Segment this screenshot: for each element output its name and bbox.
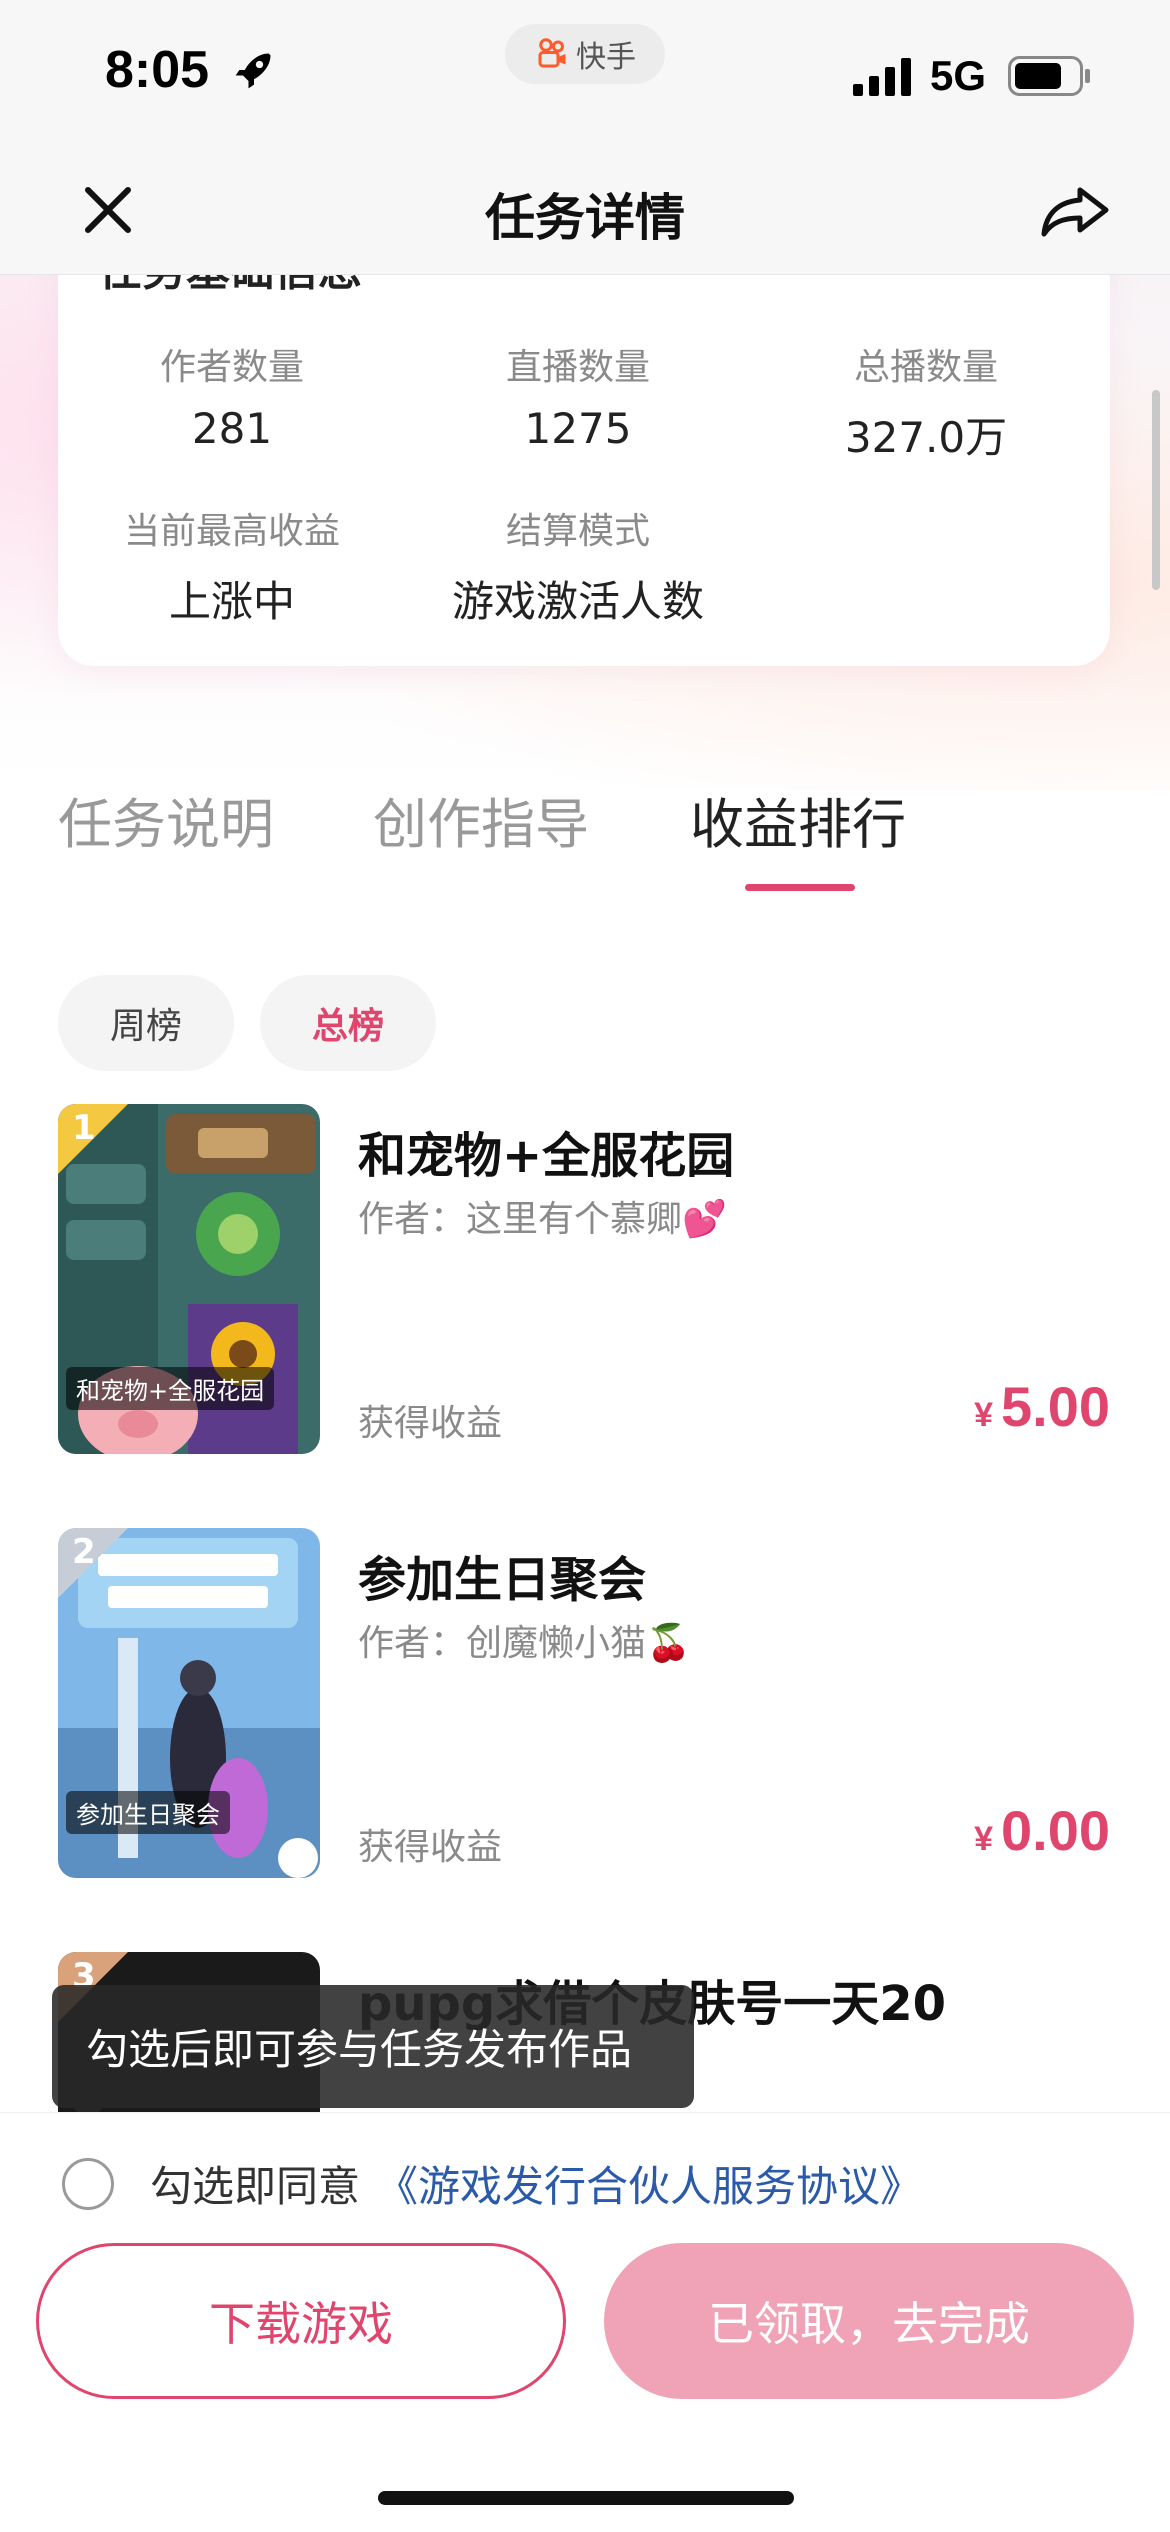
status-time: 8:05 [105, 41, 210, 99]
stat-value: 游戏激活人数 [451, 577, 704, 626]
page-title: 任务详情 [485, 189, 685, 247]
stat-label: 作者数量 [159, 347, 304, 388]
bottom-action-panel: 勾选即同意 《游戏发行合伙人服务协议》 下载游戏 已领取，去完成 [0, 2112, 1170, 2532]
stat-max-earning: 当前最高收益 上涨中 [62, 502, 402, 629]
tooltip-text: 勾选后即可参与任务发布作品 [86, 2025, 633, 2074]
stat-value: 327.0万 [844, 413, 1008, 462]
tab-creation-guide[interactable]: 创作指导 [373, 780, 589, 859]
signal-icon [853, 58, 911, 96]
tab-earnings-ranking[interactable]: 收益排行 [690, 780, 906, 859]
item-title: 和宠物+全服花园 [358, 1128, 735, 1184]
thumbnail-image: 1 和宠物+全服花园 [58, 1104, 320, 1454]
currency-symbol: ¥ [974, 1396, 993, 1434]
agreement-link[interactable]: 《游戏发行合伙人服务协议》 [376, 2153, 922, 2214]
earn-label: 获得收益 [358, 1827, 503, 1868]
download-game-button[interactable]: 下载游戏 [36, 2243, 566, 2399]
item-author: 作者：这里有个慕卿💕 [358, 1199, 727, 1240]
stat-label: 直播数量 [505, 347, 650, 388]
currency-symbol: ¥ [974, 1820, 993, 1858]
nav-bar: 任务详情 [0, 150, 1170, 275]
item-author: 作者：创魔懒小猫🍒 [358, 1623, 691, 1664]
stat-total-plays: 总播数量 327.0万 [756, 338, 1096, 465]
amount: 5.00 [1001, 1375, 1110, 1438]
stat-label: 结算模式 [505, 511, 650, 552]
list-item[interactable]: 1 和宠物+全服花园 和宠物+全服花园 作者：这里有个慕卿💕 获得收益 ¥5.0… [58, 1104, 1110, 1459]
stat-value: 上涨中 [168, 577, 295, 626]
status-bar: 8:05 快手 5G [0, 0, 1170, 150]
rocket-icon [235, 53, 271, 89]
list-item[interactable]: 2 参加生日聚会 参加生日聚会 作者：创魔懒小猫🍒 获得收益 ¥0.00 [58, 1528, 1110, 1883]
tab-bar: 任务说明 创作指导 收益排行 [0, 780, 1170, 910]
tab-task-description[interactable]: 任务说明 [58, 780, 274, 859]
home-indicator[interactable] [378, 2491, 794, 2505]
thumbnail-image: 2 参加生日聚会 [58, 1528, 320, 1878]
app-name: 快手 [576, 40, 636, 75]
chip-total[interactable]: 总榜 [260, 975, 436, 1071]
chip-weekly[interactable]: 周榜 [58, 975, 234, 1071]
agreement-tooltip: 勾选后即可参与任务发布作品 [52, 1985, 694, 2108]
stat-authors: 作者数量 281 [62, 338, 402, 453]
amount: 0.00 [1001, 1799, 1110, 1862]
thumbnail-caption: 和宠物+全服花园 [66, 1367, 275, 1410]
rank-number: 2 [72, 1532, 96, 1572]
rank-number: 1 [72, 1108, 96, 1148]
share-icon[interactable] [1040, 182, 1112, 242]
stat-label: 总播数量 [853, 347, 998, 388]
active-tab-indicator [745, 884, 855, 891]
stat-lives: 直播数量 1275 [408, 338, 748, 453]
agreement-checkbox[interactable] [62, 2157, 114, 2210]
screen: 任务基础信息 作者数量 281 直播数量 1275 总播数量 327.0万 当前… [0, 0, 1170, 2532]
stat-label: 当前最高收益 [123, 511, 340, 552]
stat-value: 281 [191, 404, 273, 453]
item-title: 参加生日聚会 [358, 1552, 647, 1608]
agreement-row: 勾选即同意 《游戏发行合伙人服务协议》 [62, 2153, 922, 2214]
stat-settlement-mode: 结算模式 游戏激活人数 [408, 502, 748, 629]
earn-amount: ¥0.00 [974, 1798, 1110, 1863]
network-label: 5G [930, 52, 987, 99]
earn-amount: ¥5.00 [974, 1374, 1110, 1439]
app-indicator-pill[interactable]: 快手 [505, 24, 665, 84]
stat-value: 1275 [524, 404, 632, 453]
battery-icon [1008, 56, 1090, 96]
thumbnail-caption: 参加生日聚会 [66, 1791, 230, 1834]
claimed-go-complete-button[interactable]: 已领取，去完成 [604, 2243, 1134, 2399]
earn-label: 获得收益 [358, 1403, 503, 1444]
agreement-text: 勾选即同意 [150, 2162, 361, 2211]
scrollbar[interactable] [1152, 390, 1160, 590]
kuaishou-logo-icon [538, 38, 566, 68]
